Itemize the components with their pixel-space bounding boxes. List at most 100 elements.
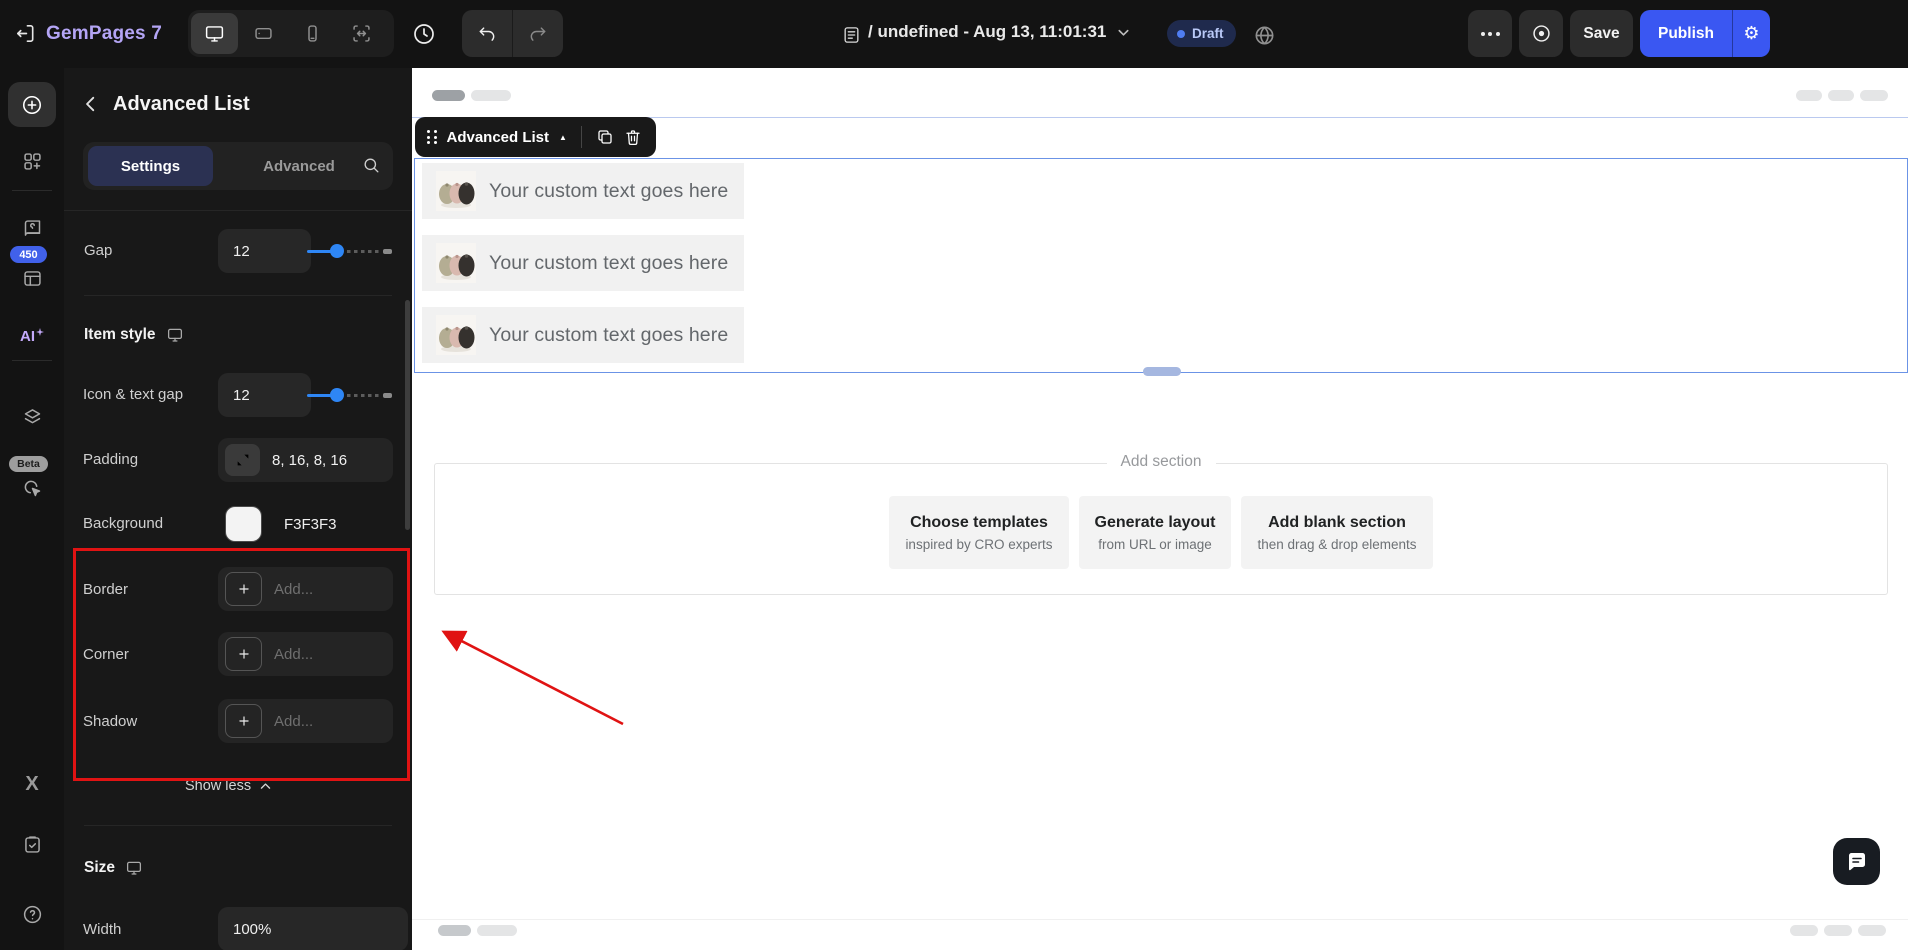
- panel-title: Advanced List: [113, 93, 250, 115]
- triangle-up-icon[interactable]: ▲: [559, 133, 567, 142]
- question-circle-icon: [22, 904, 43, 925]
- add-section-options: Choose templates inspired by CRO experts…: [435, 496, 1887, 569]
- gempages-editor: GemPages 7 / undefined - Aug 13, 11:01:3…: [0, 0, 1908, 950]
- theme-templates-button[interactable]: [8, 260, 56, 296]
- pages-button[interactable]: [8, 210, 56, 246]
- top-bar: GemPages 7 / undefined - Aug 13, 11:01:3…: [0, 0, 1908, 68]
- slider-end-cap: [383, 248, 392, 254]
- gap-label: Gap: [84, 242, 113, 259]
- page-title-menu[interactable]: / undefined - Aug 13, 11:01:31: [868, 22, 1131, 42]
- page-document-icon: [842, 25, 861, 45]
- circle-plus-icon: [21, 94, 43, 116]
- width-input[interactable]: 100%: [218, 907, 408, 950]
- padding-control[interactable]: 8, 16, 8, 16: [218, 438, 393, 482]
- toolbar-divider: [580, 126, 582, 148]
- device-tablet-button[interactable]: [240, 13, 287, 54]
- drag-handle-icon[interactable]: [427, 130, 437, 144]
- option-subtitle: from URL or image: [1098, 536, 1212, 552]
- beta-badge: Beta: [9, 456, 48, 472]
- rail-divider: [12, 360, 52, 361]
- templates-counter-badge: 450: [10, 246, 47, 263]
- device-monitor-icon[interactable]: [125, 859, 143, 877]
- slider-thumb[interactable]: [330, 244, 344, 258]
- settings-panel: Advanced List Settings Advanced Gap 12 I…: [64, 68, 412, 950]
- support-chat-button[interactable]: [1833, 838, 1880, 885]
- option-title: Generate layout: [1094, 513, 1216, 531]
- element-resize-handle[interactable]: [1143, 367, 1181, 376]
- interactions-button[interactable]: [8, 470, 56, 506]
- undo-redo-group: [462, 10, 563, 57]
- preview-button[interactable]: [1519, 10, 1563, 57]
- redo-button[interactable]: [513, 10, 563, 57]
- canvas: Advanced List ▲ Your custom text goes he…: [412, 68, 1908, 950]
- publish-settings-button[interactable]: ⚙: [1733, 10, 1770, 57]
- option-title: Choose templates: [910, 513, 1048, 531]
- icon-text-gap-input[interactable]: 12: [218, 373, 311, 417]
- tasks-button[interactable]: [8, 826, 56, 862]
- list-item[interactable]: Your custom text goes here: [422, 163, 744, 219]
- choose-templates-button[interactable]: Choose templates inspired by CRO experts: [889, 496, 1069, 569]
- item-style-heading: Item style: [84, 326, 184, 344]
- help-button[interactable]: [8, 896, 56, 932]
- gap-slider[interactable]: [307, 244, 392, 258]
- box-icon: [22, 268, 43, 289]
- icon-text-gap-value: 12: [233, 386, 250, 404]
- device-desktop-button[interactable]: [191, 13, 238, 54]
- slider-thumb[interactable]: [330, 388, 344, 402]
- add-element-button[interactable]: [8, 82, 56, 127]
- sections-library-button[interactable]: [8, 143, 56, 179]
- expand-arrows-icon[interactable]: [225, 444, 260, 476]
- more-options-button[interactable]: [1468, 10, 1512, 57]
- option-subtitle: inspired by CRO experts: [905, 536, 1053, 552]
- item-style-heading-label: Item style: [84, 326, 156, 343]
- background-color-swatch[interactable]: [225, 506, 262, 542]
- device-mobile-button[interactable]: [289, 13, 336, 54]
- device-responsive-button[interactable]: [338, 13, 385, 54]
- ai-assistant-button[interactable]: AI: [8, 318, 56, 354]
- brand-logo[interactable]: GemPages 7: [46, 23, 162, 45]
- icon-text-gap-label: Icon & text gap: [83, 386, 184, 403]
- translate-globe-icon[interactable]: [1253, 24, 1276, 47]
- duplicate-icon[interactable]: [596, 128, 614, 146]
- history-button[interactable]: [412, 22, 436, 46]
- list-item-text[interactable]: Your custom text goes here: [489, 252, 728, 275]
- footer-skeleton-bar: [477, 925, 517, 936]
- exit-button[interactable]: [14, 22, 37, 45]
- book-icon: [22, 218, 43, 239]
- add-blank-section-button[interactable]: Add blank section then drag & drop eleme…: [1241, 496, 1433, 569]
- list-item-image: [436, 315, 476, 355]
- x-social-button[interactable]: X: [8, 766, 56, 802]
- list-item[interactable]: Your custom text goes here: [422, 235, 744, 291]
- chevron-up-icon: [259, 780, 272, 793]
- back-button[interactable]: [82, 95, 100, 113]
- element-toolbar-label[interactable]: Advanced List: [447, 129, 550, 146]
- generate-layout-button[interactable]: Generate layout from URL or image: [1078, 496, 1232, 569]
- list-item[interactable]: Your custom text goes here: [422, 307, 744, 363]
- panel-scrollbar[interactable]: [405, 300, 410, 530]
- panel-divider: [84, 825, 392, 826]
- slider-track: [340, 250, 381, 253]
- gap-input[interactable]: 12: [218, 229, 311, 273]
- preview-eye-icon: [1531, 23, 1552, 44]
- list-item-text[interactable]: Your custom text goes here: [489, 180, 728, 203]
- panel-divider: [84, 295, 392, 296]
- status-badge: Draft: [1167, 20, 1236, 47]
- footer-skeleton-bar: [438, 925, 471, 936]
- layers-button[interactable]: [8, 398, 56, 434]
- device-monitor-icon[interactable]: [166, 326, 184, 344]
- list-item-text[interactable]: Your custom text goes here: [489, 324, 728, 347]
- gap-value: 12: [233, 242, 250, 260]
- header-skeleton-bar: [1796, 90, 1822, 101]
- element-toolbar: Advanced List ▲: [415, 117, 656, 157]
- publish-button[interactable]: Publish: [1640, 10, 1732, 57]
- list-item-image: [436, 171, 476, 211]
- tab-advanced[interactable]: Advanced: [244, 146, 354, 186]
- undo-button[interactable]: [462, 10, 513, 57]
- save-button[interactable]: Save: [1570, 10, 1633, 57]
- icon-text-gap-slider[interactable]: [307, 388, 392, 402]
- search-icon[interactable]: [362, 156, 381, 175]
- cursor-click-icon: [22, 478, 43, 499]
- trash-icon[interactable]: [624, 128, 642, 146]
- tab-settings[interactable]: Settings: [88, 146, 213, 186]
- panel-divider: [64, 210, 412, 211]
